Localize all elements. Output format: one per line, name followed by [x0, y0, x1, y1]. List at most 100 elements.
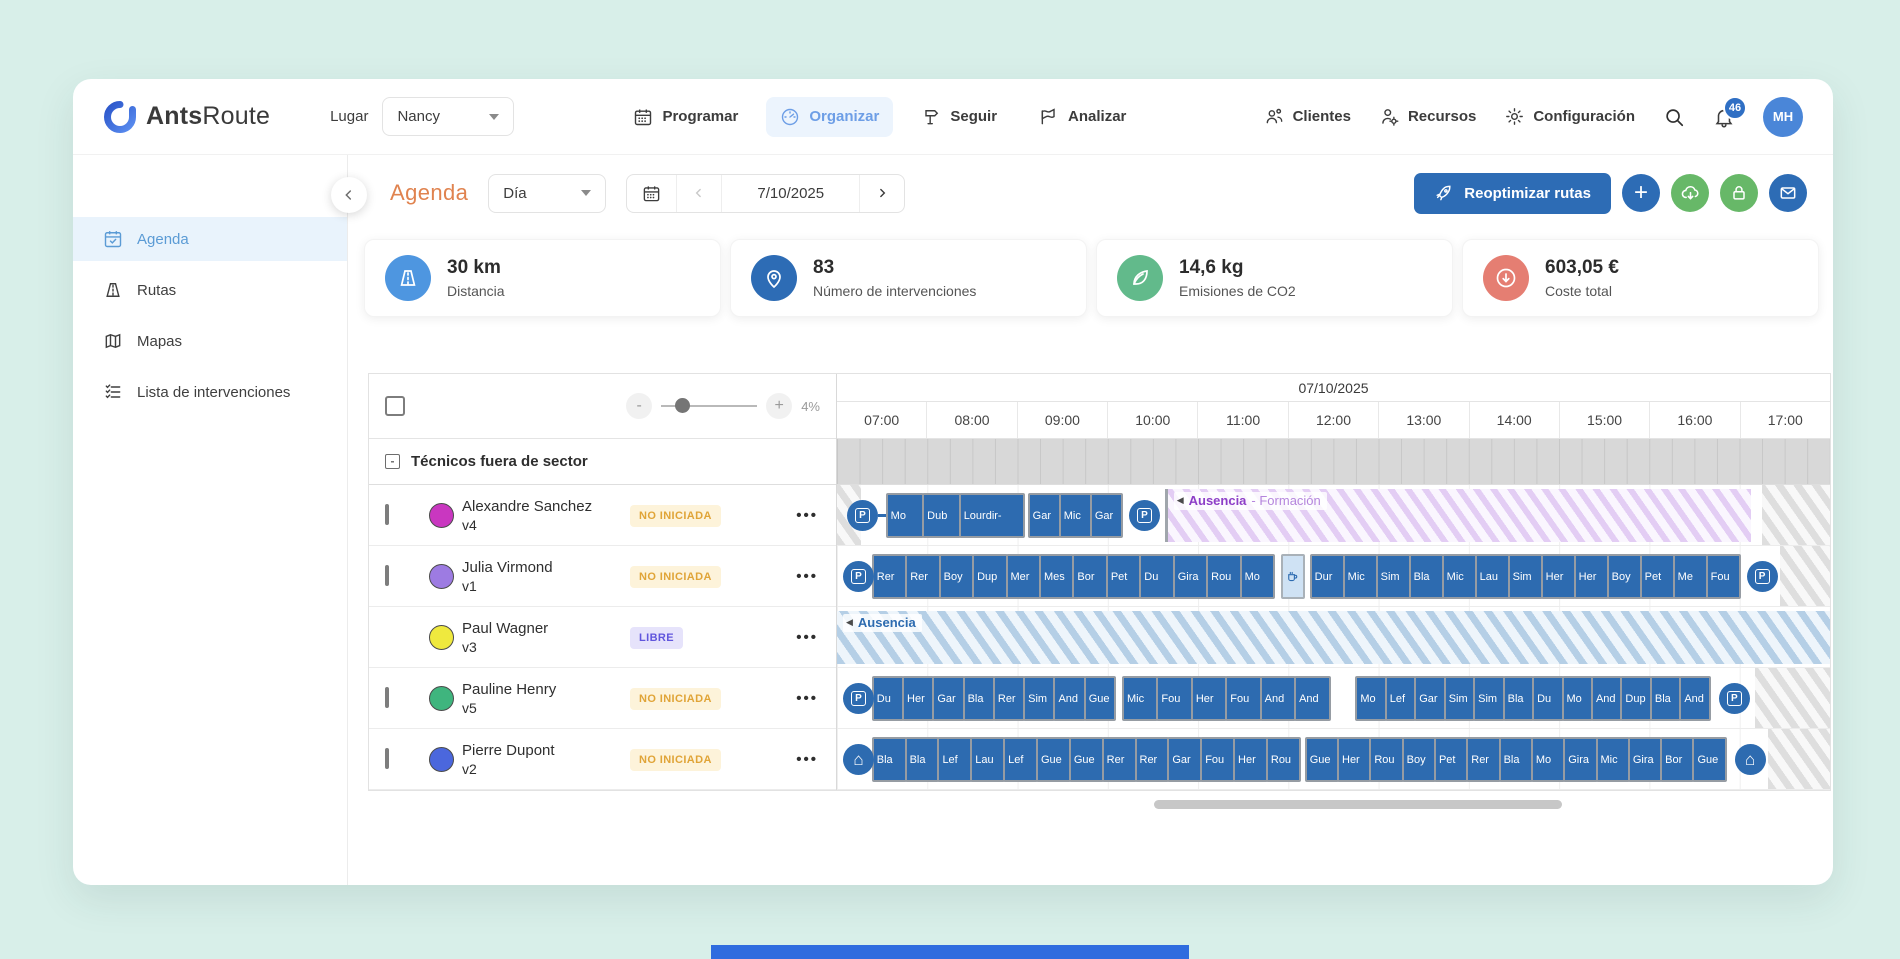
task-block[interactable]: Mic: [1121, 676, 1159, 721]
task-block[interactable]: Gue: [1068, 737, 1104, 782]
task-block[interactable]: Rou: [1265, 737, 1301, 782]
task-block[interactable]: Dup: [1620, 676, 1652, 721]
task-block[interactable]: Sim: [1023, 676, 1056, 721]
task-block[interactable]: And: [1679, 676, 1711, 721]
technician-checkbox[interactable]: [385, 565, 389, 586]
collapse-sidebar-button[interactable]: [331, 177, 367, 213]
task-block[interactable]: Fou: [1200, 737, 1236, 782]
task-block[interactable]: Du: [871, 676, 905, 721]
task-block[interactable]: Gue: [1692, 737, 1727, 782]
task-block[interactable]: Lef: [1003, 737, 1038, 782]
task-block[interactable]: Boy: [1606, 554, 1642, 599]
task-block[interactable]: Mo: [1239, 554, 1275, 599]
nav-organizar[interactable]: Organizar: [766, 96, 894, 137]
task-block[interactable]: Bla: [962, 676, 995, 721]
task-block[interactable]: Gar: [932, 676, 965, 721]
task-block[interactable]: Lau: [1474, 554, 1510, 599]
task-block[interactable]: Mic: [1595, 737, 1630, 782]
task-block[interactable]: Bla: [1649, 676, 1682, 721]
task-block[interactable]: Her: [1190, 676, 1228, 721]
task-block[interactable]: Du: [1139, 554, 1175, 599]
task-block[interactable]: Gira: [1627, 737, 1663, 782]
task-block[interactable]: And: [1294, 676, 1331, 721]
row-menu-button[interactable]: •••: [796, 751, 818, 768]
nav-programar[interactable]: Programar: [619, 97, 752, 137]
search-button[interactable]: [1663, 106, 1685, 128]
task-block[interactable]: Rer: [992, 676, 1026, 721]
task-block[interactable]: Mic: [1441, 554, 1477, 599]
task-block[interactable]: Bla: [1408, 554, 1444, 599]
next-day-button[interactable]: [859, 174, 904, 212]
task-block[interactable]: Mic: [1342, 554, 1378, 599]
task-block[interactable]: Mes: [1038, 554, 1075, 599]
zoom-in-button[interactable]: +: [766, 393, 793, 419]
task-block[interactable]: Pet: [1433, 737, 1469, 782]
task-block[interactable]: Lef: [1384, 676, 1417, 721]
zoom-slider[interactable]: [661, 398, 758, 413]
sidebar-item-mapas[interactable]: Mapas: [73, 319, 347, 363]
task-block[interactable]: Boy: [938, 554, 975, 599]
task-block[interactable]: Mic: [1058, 493, 1092, 538]
location-select[interactable]: Nancy: [382, 97, 515, 136]
task-block[interactable]: Gar: [1414, 676, 1446, 721]
row-menu-button[interactable]: •••: [796, 629, 818, 646]
sidebar-item-rutas[interactable]: Rutas: [73, 268, 347, 312]
nav-configuracion[interactable]: Configuración: [1504, 106, 1635, 127]
technician-checkbox[interactable]: [385, 687, 389, 708]
task-block[interactable]: Her: [1573, 554, 1609, 599]
row-menu-button[interactable]: •••: [796, 507, 818, 524]
brand-logo[interactable]: AntsRoute: [103, 100, 270, 134]
task-block[interactable]: Bor: [1072, 554, 1108, 599]
zoom-slider-knob[interactable]: [675, 398, 691, 413]
task-block[interactable]: Her: [1233, 737, 1268, 782]
task-block[interactable]: Du: [1532, 676, 1564, 721]
task-block[interactable]: Fou: [1225, 676, 1262, 721]
break-block[interactable]: [1280, 554, 1305, 599]
cloud-download-button[interactable]: [1671, 174, 1709, 212]
task-block[interactable]: Sim: [1507, 554, 1543, 599]
task-block[interactable]: Gue: [1083, 676, 1116, 721]
task-block[interactable]: Her: [1337, 737, 1372, 782]
depot-marker[interactable]: P: [842, 683, 874, 714]
technician-checkbox[interactable]: [385, 504, 389, 525]
calendar-picker-button[interactable]: [627, 175, 676, 212]
nav-seguir[interactable]: Seguir: [907, 97, 1011, 137]
lock-button[interactable]: [1720, 174, 1758, 212]
depot-marker[interactable]: P: [842, 561, 874, 592]
task-block[interactable]: Pet: [1105, 554, 1142, 599]
nav-analizar[interactable]: Analizar: [1025, 97, 1140, 137]
task-block[interactable]: Sim: [1443, 676, 1476, 721]
task-block[interactable]: Bor: [1660, 737, 1695, 782]
collapse-group-button[interactable]: -: [385, 454, 400, 469]
task-block[interactable]: Rer: [871, 554, 908, 599]
avatar[interactable]: MH: [1763, 96, 1803, 137]
task-block[interactable]: Dup: [972, 554, 1008, 599]
current-date[interactable]: 7/10/2025: [721, 174, 859, 212]
horizontal-scrollbar-thumb[interactable]: [1154, 800, 1563, 809]
absence-block[interactable]: ◀ Ausencia: [837, 611, 1830, 664]
task-block[interactable]: Pet: [1639, 554, 1675, 599]
task-block[interactable]: Mo: [1355, 676, 1387, 721]
depot-marker[interactable]: P: [1718, 683, 1750, 714]
task-block[interactable]: Rou: [1206, 554, 1242, 599]
view-select[interactable]: Día: [488, 173, 607, 213]
task-block[interactable]: And: [1053, 676, 1086, 721]
task-block[interactable]: Mo: [1530, 737, 1566, 782]
task-block[interactable]: Me: [1672, 554, 1708, 599]
task-block[interactable]: Dub: [922, 493, 961, 538]
absence-block[interactable]: ◀ Ausencia - Formación: [1164, 489, 1751, 542]
task-block[interactable]: Her: [1540, 554, 1576, 599]
nav-clientes[interactable]: Clientes: [1264, 106, 1351, 127]
depot-marker[interactable]: P: [1746, 561, 1778, 592]
task-block[interactable]: And: [1259, 676, 1297, 721]
reoptimize-routes-button[interactable]: Reoptimizar rutas: [1414, 172, 1611, 214]
task-block[interactable]: Gar: [1089, 493, 1123, 538]
prev-day-button[interactable]: [676, 174, 721, 212]
task-block[interactable]: Mer: [1005, 554, 1041, 599]
resize-handle-icon[interactable]: ◀: [846, 617, 853, 628]
task-block[interactable]: Bla: [1498, 737, 1533, 782]
task-block[interactable]: Her: [902, 676, 935, 721]
notifications-button[interactable]: 46: [1713, 95, 1747, 128]
task-block[interactable]: Rer: [905, 554, 941, 599]
nav-recursos[interactable]: Recursos: [1379, 106, 1476, 127]
